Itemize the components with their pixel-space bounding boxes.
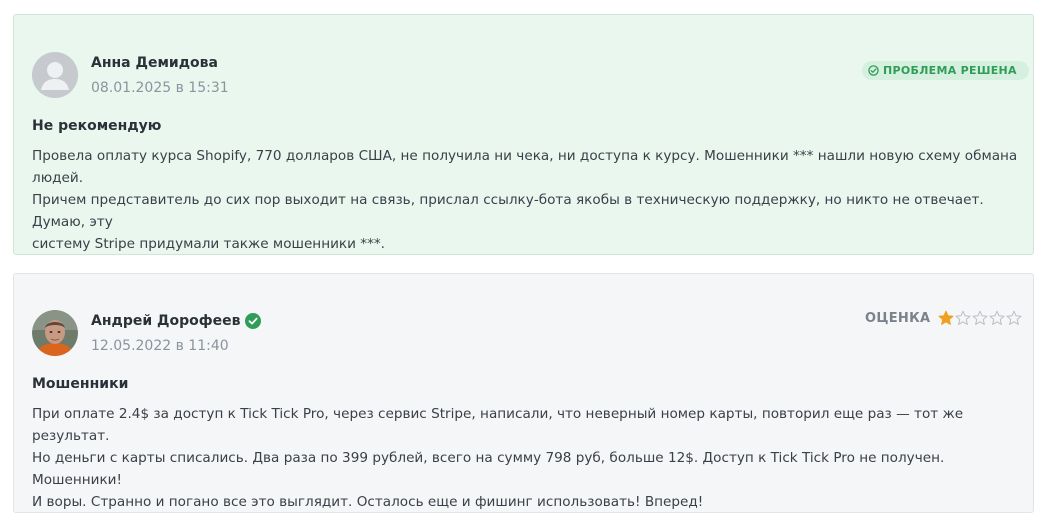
review-body-line: Причем представитель до сих пор выходит … xyxy=(32,192,984,230)
star-filled-icon xyxy=(938,310,954,325)
status-badge-label: ПРОБЛЕМА РЕШЕНА xyxy=(883,64,1017,77)
check-circle-icon xyxy=(868,65,879,76)
rating-label: ОЦЕНКА xyxy=(865,310,931,326)
review-author[interactable]: Андрей Дорофеев xyxy=(91,313,262,329)
user-photo[interactable] xyxy=(32,310,78,356)
review-author-name[interactable]: Андрей Дорофеев xyxy=(91,313,240,329)
star-empty-icon xyxy=(989,310,1005,325)
star-empty-icon xyxy=(955,310,971,325)
reviews-page: Анна Демидова 08.01.2025 в 15:31 ПРОБЛЕМ… xyxy=(0,0,1039,519)
review-title: Не рекомендую xyxy=(32,118,162,134)
review-card: Андрей Дорофеев 12.05.2022 в 11:40 ОЦЕНК… xyxy=(13,273,1034,513)
review-body: При оплате 2.4$ за доступ к Tick Tick Pr… xyxy=(32,403,1022,513)
review-author-name[interactable]: Анна Демидова xyxy=(91,55,218,71)
review-author[interactable]: Анна Демидова xyxy=(91,55,218,71)
review-body-line: И воры. Странно и погано все это выгляди… xyxy=(32,494,704,510)
review-body: Провела оплату курса Shopify, 770 доллар… xyxy=(32,145,1022,255)
review-body-line: систему Stripe придумали также мошенники… xyxy=(32,236,385,252)
star-empty-icon xyxy=(1006,310,1022,325)
default-user-icon xyxy=(32,52,78,98)
rating-stars xyxy=(938,310,1022,326)
status-badge: ПРОБЛЕМА РЕШЕНА xyxy=(862,61,1029,80)
review-date: 12.05.2022 в 11:40 xyxy=(91,338,229,354)
review-rating: ОЦЕНКА xyxy=(865,310,1022,326)
verified-check-icon xyxy=(245,313,262,329)
review-title: Мошенники xyxy=(32,376,129,392)
star-empty-icon xyxy=(972,310,988,325)
review-body-line: Провела оплату курса Shopify, 770 доллар… xyxy=(32,148,1018,186)
review-card: Анна Демидова 08.01.2025 в 15:31 ПРОБЛЕМ… xyxy=(13,14,1034,255)
review-body-line: При оплате 2.4$ за доступ к Tick Tick Pr… xyxy=(32,406,964,444)
review-date: 08.01.2025 в 15:31 xyxy=(91,80,229,96)
review-body-line: Но деньги с карты списались. Два раза по… xyxy=(32,450,945,488)
